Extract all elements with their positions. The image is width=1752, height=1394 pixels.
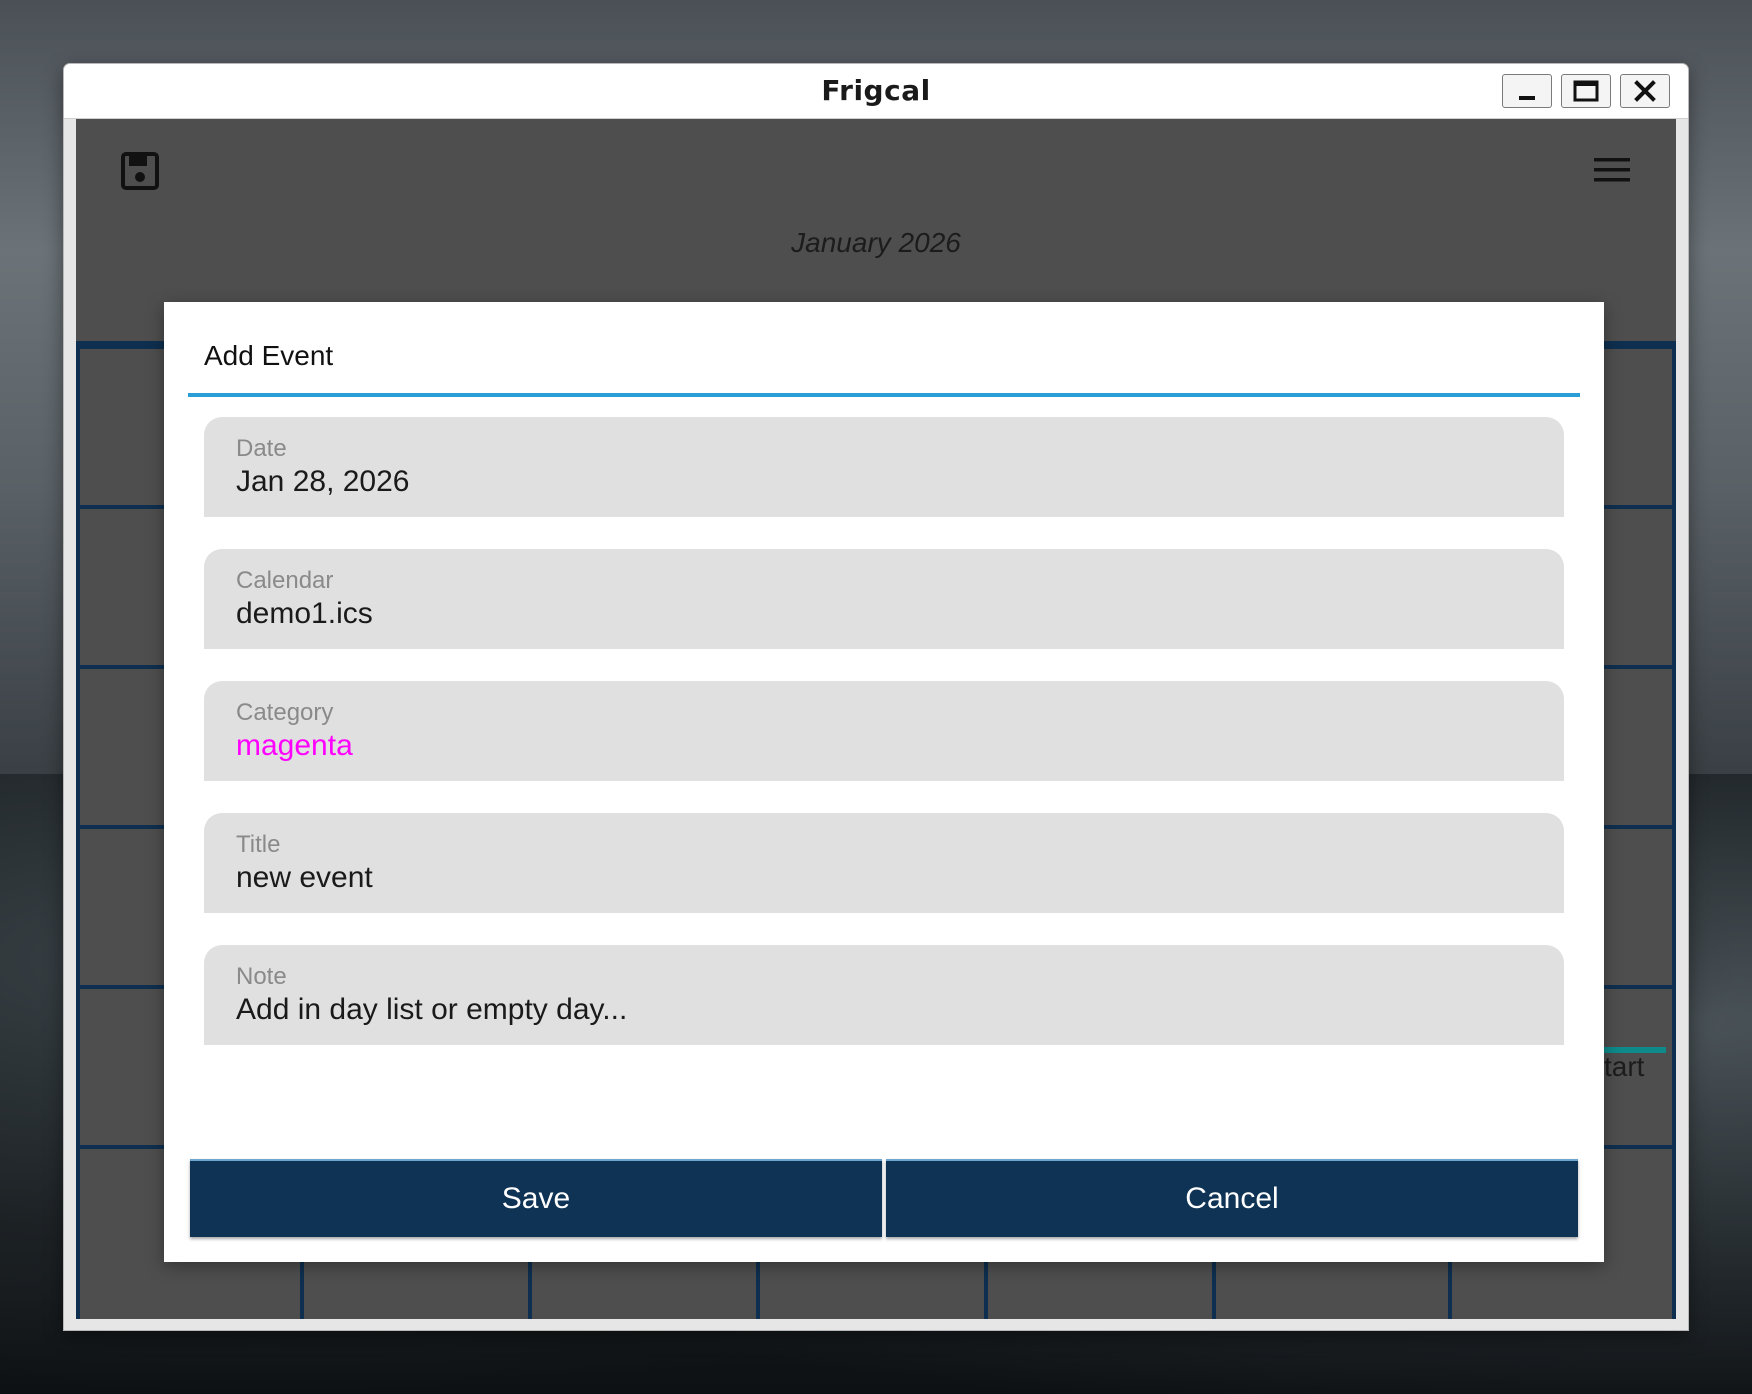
note-field[interactable]: Note Add in day list or empty day... xyxy=(204,945,1564,1045)
minimize-icon xyxy=(1519,96,1535,100)
maximize-icon xyxy=(1573,80,1599,102)
category-label: Category xyxy=(236,699,334,726)
close-icon xyxy=(1634,80,1656,102)
month-label: January 2026 xyxy=(791,227,961,258)
date-label: Date xyxy=(236,435,287,462)
app-window: Frigcal January 2026 start Add Event Dat… xyxy=(64,64,1688,1330)
add-event-dialog: Add Event Date Jan 28, 2026 Calendar dem… xyxy=(164,302,1604,1262)
calendar-value: demo1.ics xyxy=(236,597,373,630)
title-bar[interactable]: Frigcal xyxy=(64,64,1688,119)
note-value: Add in day list or empty day... xyxy=(236,993,628,1026)
app-content: January 2026 start Add Event Date Jan 28… xyxy=(76,119,1676,1319)
category-value: magenta xyxy=(236,729,353,762)
category-field[interactable]: Category magenta xyxy=(204,681,1564,781)
date-field[interactable]: Date Jan 28, 2026 xyxy=(204,417,1564,517)
title-label: Title xyxy=(236,831,281,858)
title-field[interactable]: Title new event xyxy=(204,813,1564,913)
dialog-title: Add Event xyxy=(204,340,334,371)
hamburger-menu-icon[interactable] xyxy=(1592,155,1632,185)
note-label: Note xyxy=(236,963,287,990)
title-value: new event xyxy=(236,861,373,894)
window-title: Frigcal xyxy=(821,74,931,107)
dialog-title-divider xyxy=(188,393,1580,397)
cancel-button[interactable]: Cancel xyxy=(886,1159,1578,1237)
save-button[interactable]: Save xyxy=(190,1159,882,1237)
calendar-field[interactable]: Calendar demo1.ics xyxy=(204,549,1564,649)
minimize-button[interactable] xyxy=(1502,74,1552,108)
save-disk-icon[interactable] xyxy=(120,151,160,191)
calendar-label: Calendar xyxy=(236,567,334,594)
close-button[interactable] xyxy=(1620,74,1670,108)
maximize-button[interactable] xyxy=(1561,74,1611,108)
date-value: Jan 28, 2026 xyxy=(236,465,410,498)
